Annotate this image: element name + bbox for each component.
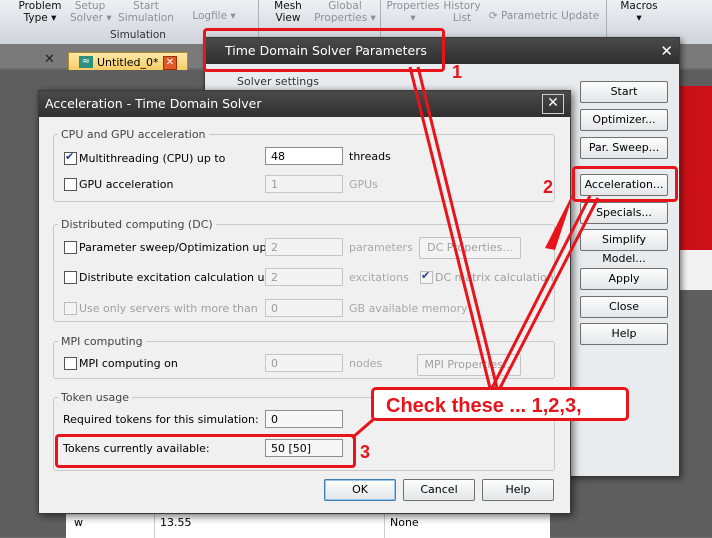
highlight-box-acceleration bbox=[572, 166, 678, 202]
highlight-box-tokens bbox=[55, 434, 356, 468]
arrow-line bbox=[416, 66, 499, 389]
annotation-number: 1 bbox=[452, 62, 463, 82]
annotation-callout: Check these ... 1,2,3, bbox=[371, 387, 629, 421]
highlight-box-dialog-title bbox=[203, 28, 445, 72]
annotation-number: 3 bbox=[360, 442, 371, 462]
arrowhead bbox=[545, 189, 575, 250]
arrow-line bbox=[408, 66, 492, 389]
annotation-number: 2 bbox=[543, 177, 554, 197]
arrow-line bbox=[498, 197, 600, 389]
arrow-line bbox=[490, 195, 592, 389]
